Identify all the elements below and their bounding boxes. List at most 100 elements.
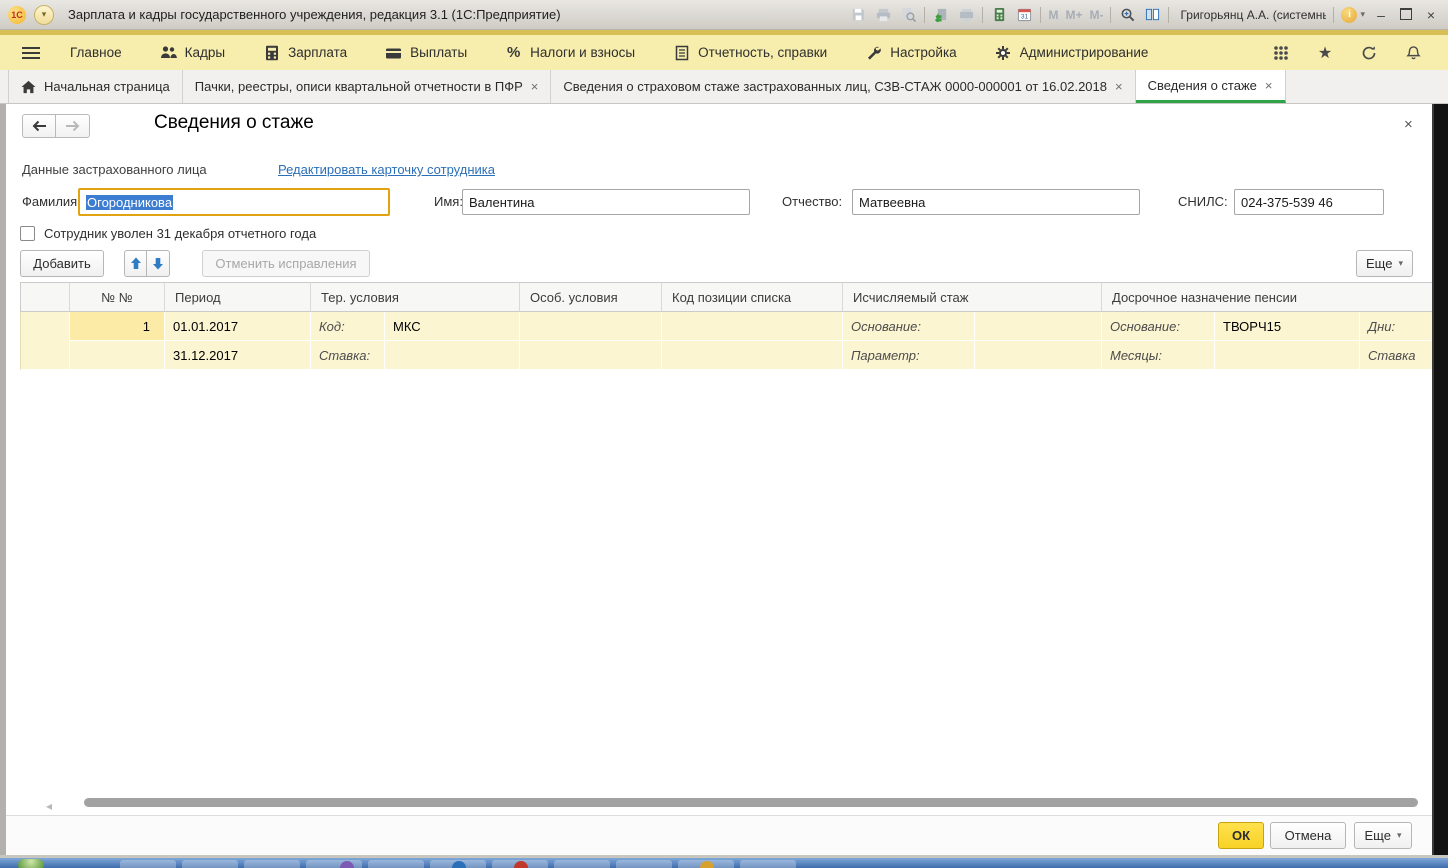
taskbar-app-dot (452, 861, 466, 868)
menu-item-nalogi[interactable]: % Налоги и взносы (505, 44, 635, 61)
split-view-icon[interactable] (1143, 6, 1161, 24)
kod-pozitsii-cell-2[interactable] (662, 341, 843, 370)
minimize-button[interactable]: – (1372, 7, 1390, 23)
firstname-label: Имя: (434, 194, 463, 209)
taskbar-icon[interactable] (182, 860, 238, 868)
kod-pozitsii-cell[interactable] (662, 312, 843, 341)
osob-usloviya-cell[interactable] (520, 312, 662, 341)
start-button[interactable] (18, 859, 44, 868)
taskbar-icon[interactable] (368, 860, 424, 868)
dismissed-checkbox-label: Сотрудник уволен 31 декабря отчетного го… (44, 226, 316, 241)
form-close-button[interactable]: × (1404, 116, 1413, 133)
early-days-label-cell[interactable]: Дни: (1360, 312, 1432, 341)
tab-close-icon[interactable]: × (1115, 79, 1123, 94)
table-more-button[interactable]: Еще▾ (1356, 250, 1413, 277)
header-kod-pozitsii: Код позиции списка (662, 282, 843, 312)
tab-svedeniya-o-stazhe[interactable]: Сведения о стаже × (1136, 70, 1286, 103)
row-num-cell-2[interactable] (70, 341, 165, 370)
menu-item-nastroyka[interactable]: Настройка (865, 44, 956, 61)
move-up-button[interactable] (124, 250, 147, 277)
memory-minus-button[interactable]: M- (1089, 8, 1103, 22)
history-icon[interactable] (1360, 44, 1378, 62)
period-start-cell[interactable]: 01.01.2017 (165, 312, 311, 341)
nav-back-button[interactable] (22, 114, 56, 138)
current-user-button[interactable]: Григорьянц А.А. (системный адм... (1176, 8, 1326, 22)
ok-button[interactable]: ОК (1218, 822, 1264, 849)
calc-basis-label-cell[interactable]: Основание: (843, 312, 975, 341)
main-menu-hamburger-icon[interactable] (22, 47, 40, 59)
move-down-button[interactable] (147, 250, 170, 277)
tab-label: Пачки, реестры, описи квартальной отчетн… (195, 79, 523, 94)
early-months-value-cell[interactable] (1215, 341, 1360, 370)
menu-label: Настройка (890, 45, 956, 60)
apps-grid-icon[interactable] (1272, 44, 1290, 62)
tab-home[interactable]: Начальная страница (8, 70, 183, 103)
snils-input[interactable] (1234, 189, 1384, 215)
firstname-input[interactable] (462, 189, 750, 215)
memory-recall-button[interactable]: M (1048, 8, 1058, 22)
save-icon[interactable] (849, 6, 867, 24)
ter-code-value-cell[interactable]: МКС (385, 312, 520, 341)
edit-employee-card-link[interactable]: Редактировать карточку сотрудника (278, 162, 495, 177)
tab-close-icon[interactable]: × (1265, 78, 1273, 93)
print-preview-icon[interactable] (899, 6, 917, 24)
menu-item-zarplata[interactable]: Зарплата (263, 44, 347, 61)
arrow-down-icon (152, 257, 164, 270)
system-menu-button[interactable]: ▾ (34, 5, 54, 25)
gear-icon (995, 44, 1012, 61)
menu-item-administrirovanie[interactable]: Администрирование (995, 44, 1149, 61)
ter-rate-label-cell[interactable]: Ставка: (311, 341, 385, 370)
info-button[interactable]: i ▾ (1341, 7, 1365, 23)
memory-plus-button[interactable]: M+ (1065, 8, 1082, 22)
cancel-button[interactable]: Отмена (1270, 822, 1346, 849)
print-icon[interactable] (874, 6, 892, 24)
scrollbar-left-arrow[interactable]: ◂ (46, 799, 52, 813)
middlename-input[interactable] (852, 189, 1140, 215)
tab-szv-stazh-document[interactable]: Сведения о страховом стаже застрахованны… (551, 70, 1135, 103)
more-label: Еще (1366, 256, 1392, 271)
taskbar-icon[interactable] (120, 860, 176, 868)
footer-more-button[interactable]: Еще▾ (1354, 822, 1412, 849)
import-file-icon[interactable] (932, 6, 950, 24)
calc-param-value-cell[interactable] (975, 341, 1102, 370)
early-basis-value-cell[interactable]: ТВОРЧ15 (1215, 312, 1360, 341)
early-months-label-cell[interactable]: Месяцы: (1102, 341, 1215, 370)
zoom-icon[interactable] (1118, 6, 1136, 24)
ter-rate-value-cell[interactable] (385, 341, 520, 370)
favorites-star-icon[interactable]: ★ (1316, 44, 1334, 62)
tab-close-icon[interactable]: × (531, 79, 539, 94)
row-num-cell[interactable]: 1 (70, 312, 165, 341)
menu-item-glavnoe[interactable]: Главное (70, 45, 122, 60)
menu-item-otchetnost[interactable]: Отчетность, справки (673, 44, 827, 61)
windows-taskbar (0, 858, 1448, 868)
row-gutter-cell[interactable] (20, 312, 70, 370)
early-basis-label-cell[interactable]: Основание: (1102, 312, 1215, 341)
notifications-bell-icon[interactable] (1404, 44, 1422, 62)
scan-icon[interactable] (957, 6, 975, 24)
ter-code-label-cell[interactable]: Код: (311, 312, 385, 341)
maximize-button[interactable] (1397, 7, 1415, 23)
menu-item-vyplaty[interactable]: Выплаты (385, 44, 467, 61)
calendar-icon[interactable]: 31 (1015, 6, 1033, 24)
dismissed-checkbox[interactable] (20, 226, 35, 241)
caret-down-icon: ▾ (1397, 830, 1402, 841)
menu-item-kadry[interactable]: Кадры (160, 44, 225, 61)
horizontal-scrollbar-thumb[interactable] (84, 798, 1418, 807)
taskbar-icon[interactable] (616, 860, 672, 868)
period-end-cell[interactable]: 31.12.2017 (165, 341, 311, 370)
window-close-button[interactable]: × (1422, 7, 1440, 23)
taskbar-icon[interactable] (244, 860, 300, 868)
lastname-input[interactable]: Огородникова (78, 188, 390, 216)
early-rate-label-cell[interactable]: Ставка (1360, 341, 1432, 370)
calc-basis-value-cell[interactable] (975, 312, 1102, 341)
undo-corrections-button[interactable]: Отменить исправления (202, 250, 370, 277)
form-content: Сведения о стаже × Данные застрахованног… (6, 104, 1432, 858)
calculator-icon[interactable] (990, 6, 1008, 24)
taskbar-icon[interactable] (554, 860, 610, 868)
taskbar-icon[interactable] (740, 860, 796, 868)
add-button[interactable]: Добавить (20, 250, 104, 277)
nav-forward-button[interactable] (56, 114, 90, 138)
calc-param-label-cell[interactable]: Параметр: (843, 341, 975, 370)
osob-usloviya-cell-2[interactable] (520, 341, 662, 370)
tab-pfr-packets[interactable]: Пачки, реестры, описи квартальной отчетн… (183, 70, 552, 103)
